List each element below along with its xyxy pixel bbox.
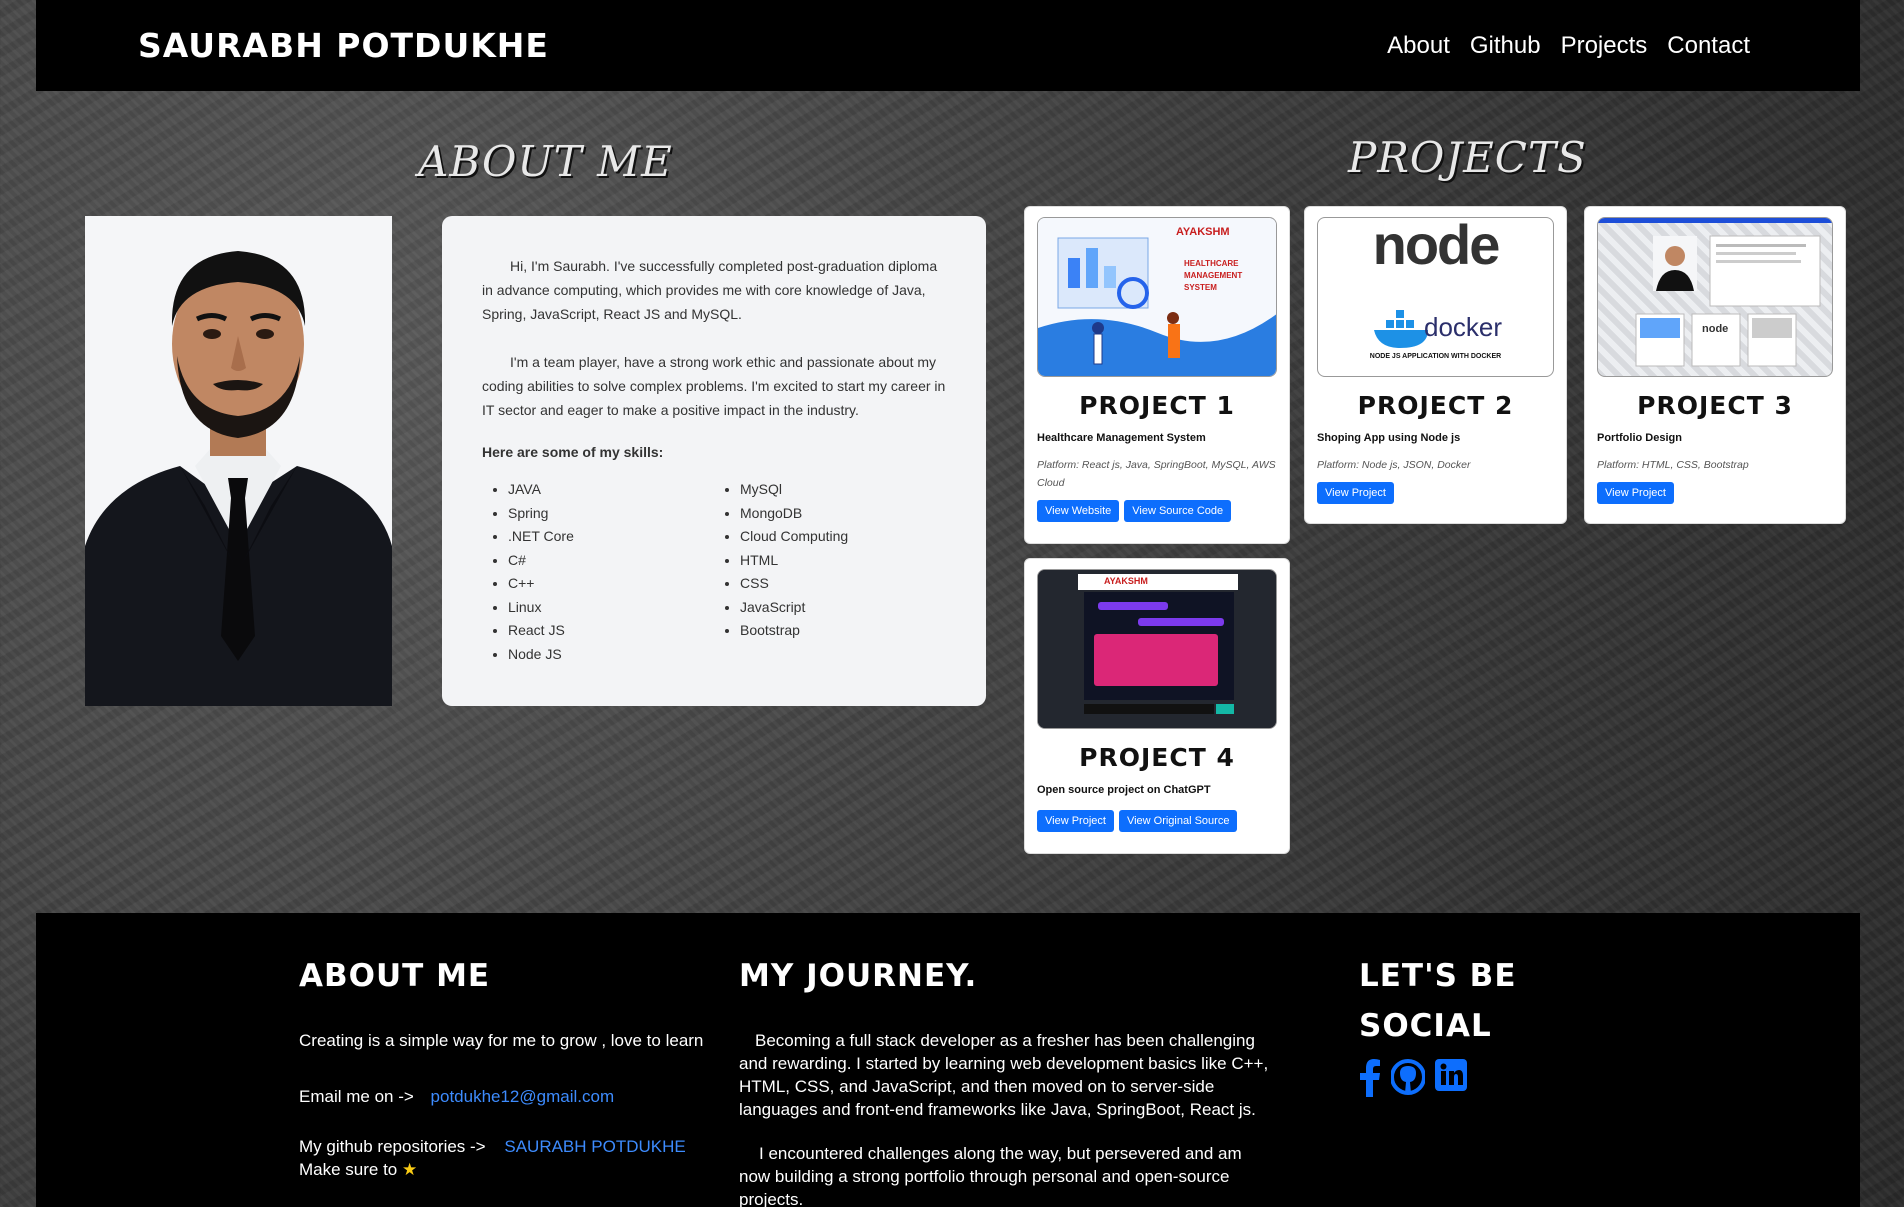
project-card-3: node PROJECT 3 Portfolio Design Platform… (1584, 206, 1846, 524)
project-card-2: node docker NODE JS APPLICATION WITH DOC… (1304, 206, 1567, 524)
social-icons (1359, 1059, 1467, 1102)
project-4-thumb-brand: AYAKSHM (1104, 576, 1148, 586)
project-2-tech: Platform: Node js, JSON, Docker (1317, 459, 1471, 471)
project-4-view-original-source-button[interactable]: View Original Source (1118, 810, 1238, 832)
project-3-view-project-button[interactable]: View Project (1597, 482, 1674, 504)
project-4-thumbnail: AYAKSHM (1037, 569, 1277, 729)
footer: ABOUT ME Creating is a simple way for me… (36, 913, 1860, 1207)
skill-item: .NET Core (508, 525, 714, 549)
footer-github-link[interactable]: SAURABH POTDUKHE (504, 1137, 685, 1156)
nav-link-github[interactable]: Github (1470, 32, 1541, 60)
project-2-thumb-caption: NODE JS APPLICATION WITH DOCKER (1369, 353, 1502, 360)
footer-github-row: My github repositories -> SAURABH POTDUK… (299, 1135, 686, 1181)
skill-item: JavaScript (740, 596, 946, 620)
project-4-title: PROJECT 4 (1079, 743, 1235, 772)
project-1-view-website-button[interactable]: View Website (1037, 500, 1120, 522)
star-icon: ★ (402, 1160, 418, 1179)
footer-email-link[interactable]: potdukhe12@gmail.com (431, 1087, 615, 1106)
footer-social-title: LET'S BE SOCIAL (1359, 951, 1517, 1051)
skills-list-left: JAVA Spring .NET Core C# C++ Linux React… (482, 478, 714, 666)
skill-item: C# (508, 549, 714, 573)
project-1-thumbnail: AYAKSHM HEALTHCARE MANAGEMENT SYSTEM (1037, 217, 1277, 377)
project-1-subtitle: Healthcare Management System (1037, 432, 1206, 444)
project-1-tech: Platform: React js, Java, SpringBoot, My… (1037, 459, 1276, 489)
nav-link-about[interactable]: About (1387, 32, 1450, 60)
about-card: Hi, I'm Saurabh. I've successfully compl… (442, 216, 986, 706)
project-1-title: PROJECT 1 (1079, 391, 1235, 420)
project-2-title: PROJECT 2 (1357, 391, 1514, 420)
github-icon[interactable] (1390, 1059, 1426, 1102)
project-2-subtitle: Shoping App using Node js (1317, 432, 1461, 444)
footer-github-label: My github repositories -> (299, 1137, 486, 1156)
footer-journey-paragraph-1: Becoming a full stack developer as a fre… (739, 1031, 1269, 1119)
svg-text:node: node (1702, 323, 1728, 335)
skill-item: C++ (508, 572, 714, 596)
project-3-thumbnail: node (1597, 217, 1833, 377)
navbar: SAURABH POTDUKHE About Github Projects C… (36, 0, 1860, 91)
nav-link-projects[interactable]: Projects (1561, 32, 1648, 60)
about-paragraph-2: I'm a team player, have a strong work et… (482, 354, 946, 418)
skill-item: MySQl (740, 478, 946, 502)
linkedin-icon[interactable] (1435, 1059, 1467, 1102)
project-2-buttons: View Project (1317, 482, 1554, 504)
project-card-1: AYAKSHM HEALTHCARE MANAGEMENT SYSTEM PRO… (1024, 206, 1290, 544)
project-4-view-project-button[interactable]: View Project (1037, 810, 1114, 832)
project-card-4: AYAKSHM PROJECT 4 Open source project on… (1024, 558, 1290, 854)
skill-item: React JS (508, 619, 714, 643)
brand-name[interactable]: SAURABH POTDUKHE (138, 26, 549, 65)
project-4-subtitle: Open source project on ChatGPT (1037, 784, 1211, 796)
footer-email-label: Email me on -> (299, 1087, 414, 1106)
skills-list-right: MySQl MongoDB Cloud Computing HTML CSS J… (714, 478, 946, 666)
skill-item: MongoDB (740, 502, 946, 526)
footer-make-sure-text: Make sure to (299, 1160, 398, 1179)
skills-title: Here are some of my skills: (482, 444, 664, 460)
about-paragraph-1: Hi, I'm Saurabh. I've successfully compl… (482, 258, 938, 322)
project-3-subtitle: Portfolio Design (1597, 432, 1682, 444)
skill-item: Bootstrap (740, 619, 946, 643)
nav-link-contact[interactable]: Contact (1667, 32, 1750, 60)
project-1-buttons: View Website View Source Code (1037, 500, 1277, 522)
footer-about-title: ABOUT ME (299, 958, 491, 994)
project-2-thumb-node: node (1372, 217, 1501, 276)
project-2-thumbnail: node docker NODE JS APPLICATION WITH DOC… (1317, 217, 1554, 377)
project-2-view-project-button[interactable]: View Project (1317, 482, 1394, 504)
skill-item: Linux (508, 596, 714, 620)
project-3-title: PROJECT 3 (1637, 391, 1793, 420)
skill-item: Node JS (508, 643, 714, 667)
project-3-buttons: View Project (1597, 482, 1833, 504)
footer-journey-paragraph-2: I encountered challenges along the way, … (739, 1144, 1242, 1207)
project-1-thumb-brand: AYAKSHM (1176, 226, 1230, 238)
skill-item: Spring (508, 502, 714, 526)
nav-links: About Github Projects Contact (1387, 32, 1750, 60)
project-4-buttons: View Project View Original Source (1037, 810, 1277, 832)
footer-email-row: Email me on -> potdukhe12@gmail.com (299, 1085, 614, 1108)
skill-item: CSS (740, 572, 946, 596)
projects-heading: PROJECTS (1348, 133, 1587, 182)
skills-lists: JAVA Spring .NET Core C# C++ Linux React… (482, 478, 946, 666)
project-2-thumb-docker: docker (1424, 312, 1503, 342)
project-1-view-source-button[interactable]: View Source Code (1124, 500, 1232, 522)
profile-photo (85, 216, 392, 706)
about-heading: ABOUT ME (418, 137, 673, 186)
project-3-tech: Platform: HTML, CSS, Bootstrap (1597, 459, 1749, 471)
footer-social-title-line-1: LET'S BE (1359, 958, 1517, 994)
facebook-icon[interactable] (1359, 1059, 1381, 1102)
skill-item: Cloud Computing (740, 525, 946, 549)
footer-social-title-line-2: SOCIAL (1359, 1008, 1492, 1044)
skill-item: HTML (740, 549, 946, 573)
skill-item: JAVA (508, 478, 714, 502)
project-1-thumb-text: HEALTHCARE MANAGEMENT SYSTEM (1184, 259, 1243, 292)
footer-journey-title: MY JOURNEY. (739, 958, 978, 994)
footer-tagline: Creating is a simple way for me to grow … (299, 1031, 704, 1050)
